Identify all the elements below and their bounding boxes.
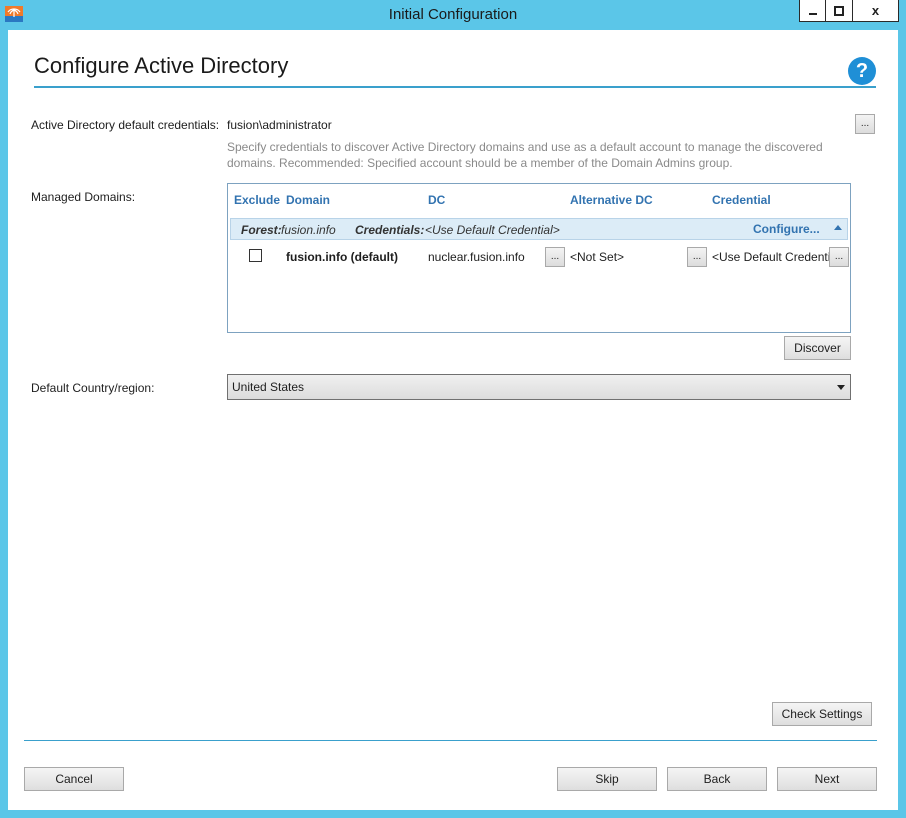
close-icon: x bbox=[871, 3, 880, 18]
minimize-button[interactable] bbox=[799, 0, 826, 22]
managed-domains-grid: Exclude Domain DC Alternative DC Credent… bbox=[227, 183, 851, 333]
discover-button[interactable]: Discover bbox=[784, 336, 851, 360]
dc-browse-button[interactable]: ... bbox=[545, 247, 565, 267]
dc-cell: nuclear.fusion.info bbox=[428, 250, 525, 264]
forest-credentials-label: Credentials: bbox=[355, 223, 425, 237]
alternative-dc-browse-button[interactable]: ... bbox=[687, 247, 707, 267]
forest-group-row[interactable]: Forest: fusion.info Credentials: <Use De… bbox=[230, 218, 848, 240]
column-header-alternative-dc[interactable]: Alternative DC bbox=[570, 193, 653, 207]
configure-link[interactable]: Configure... bbox=[753, 222, 820, 236]
close-button[interactable]: x bbox=[853, 0, 899, 22]
credentials-hint: Specify credentials to discover Active D… bbox=[227, 140, 823, 170]
page-title: Configure Active Directory bbox=[34, 53, 289, 78]
managed-domains-label: Managed Domains: bbox=[31, 190, 136, 204]
check-settings-button[interactable]: Check Settings bbox=[772, 702, 872, 726]
footer-divider bbox=[24, 740, 877, 741]
alternative-dc-cell: <Not Set> bbox=[570, 250, 625, 264]
forest-value: fusion.info bbox=[281, 223, 336, 237]
exclude-checkbox[interactable] bbox=[249, 249, 262, 262]
help-icon[interactable]: ? bbox=[848, 57, 876, 85]
domain-cell: fusion.info (default) bbox=[286, 250, 398, 264]
minimize-icon bbox=[808, 12, 817, 15]
window-title: Initial Configuration bbox=[388, 6, 518, 23]
column-header-dc[interactable]: DC bbox=[428, 193, 445, 207]
maximize-icon bbox=[834, 5, 844, 16]
credentials-value: fusion\administrator bbox=[227, 118, 332, 132]
next-button[interactable]: Next bbox=[777, 767, 877, 791]
chevron-up-icon[interactable] bbox=[833, 223, 843, 233]
credentials-label: Active Directory default credentials: bbox=[31, 118, 220, 132]
column-header-credential[interactable]: Credential bbox=[712, 193, 771, 207]
credential-cell: <Use Default Credential> bbox=[712, 250, 829, 264]
dropdown-arrow-icon bbox=[837, 385, 845, 390]
title-bar: Initial Configuration x bbox=[0, 0, 906, 30]
skip-button[interactable]: Skip bbox=[557, 767, 657, 791]
credentials-browse-button[interactable]: ... bbox=[855, 114, 875, 134]
country-selected-value: United States bbox=[232, 380, 305, 394]
forest-label: Forest: bbox=[241, 223, 282, 237]
country-dropdown[interactable]: United States bbox=[227, 374, 851, 400]
column-header-domain[interactable]: Domain bbox=[286, 193, 330, 207]
title-divider bbox=[34, 86, 876, 88]
back-button[interactable]: Back bbox=[667, 767, 767, 791]
credential-browse-button[interactable]: ... bbox=[829, 247, 849, 267]
column-header-exclude[interactable]: Exclude bbox=[234, 193, 280, 207]
dialog-content: Configure Active Directory ? Active Dire… bbox=[8, 30, 898, 810]
cancel-button[interactable]: Cancel bbox=[24, 767, 124, 791]
maximize-button[interactable] bbox=[826, 0, 853, 22]
country-label: Default Country/region: bbox=[31, 381, 155, 395]
forest-credentials-value: <Use Default Credential> bbox=[425, 223, 560, 237]
